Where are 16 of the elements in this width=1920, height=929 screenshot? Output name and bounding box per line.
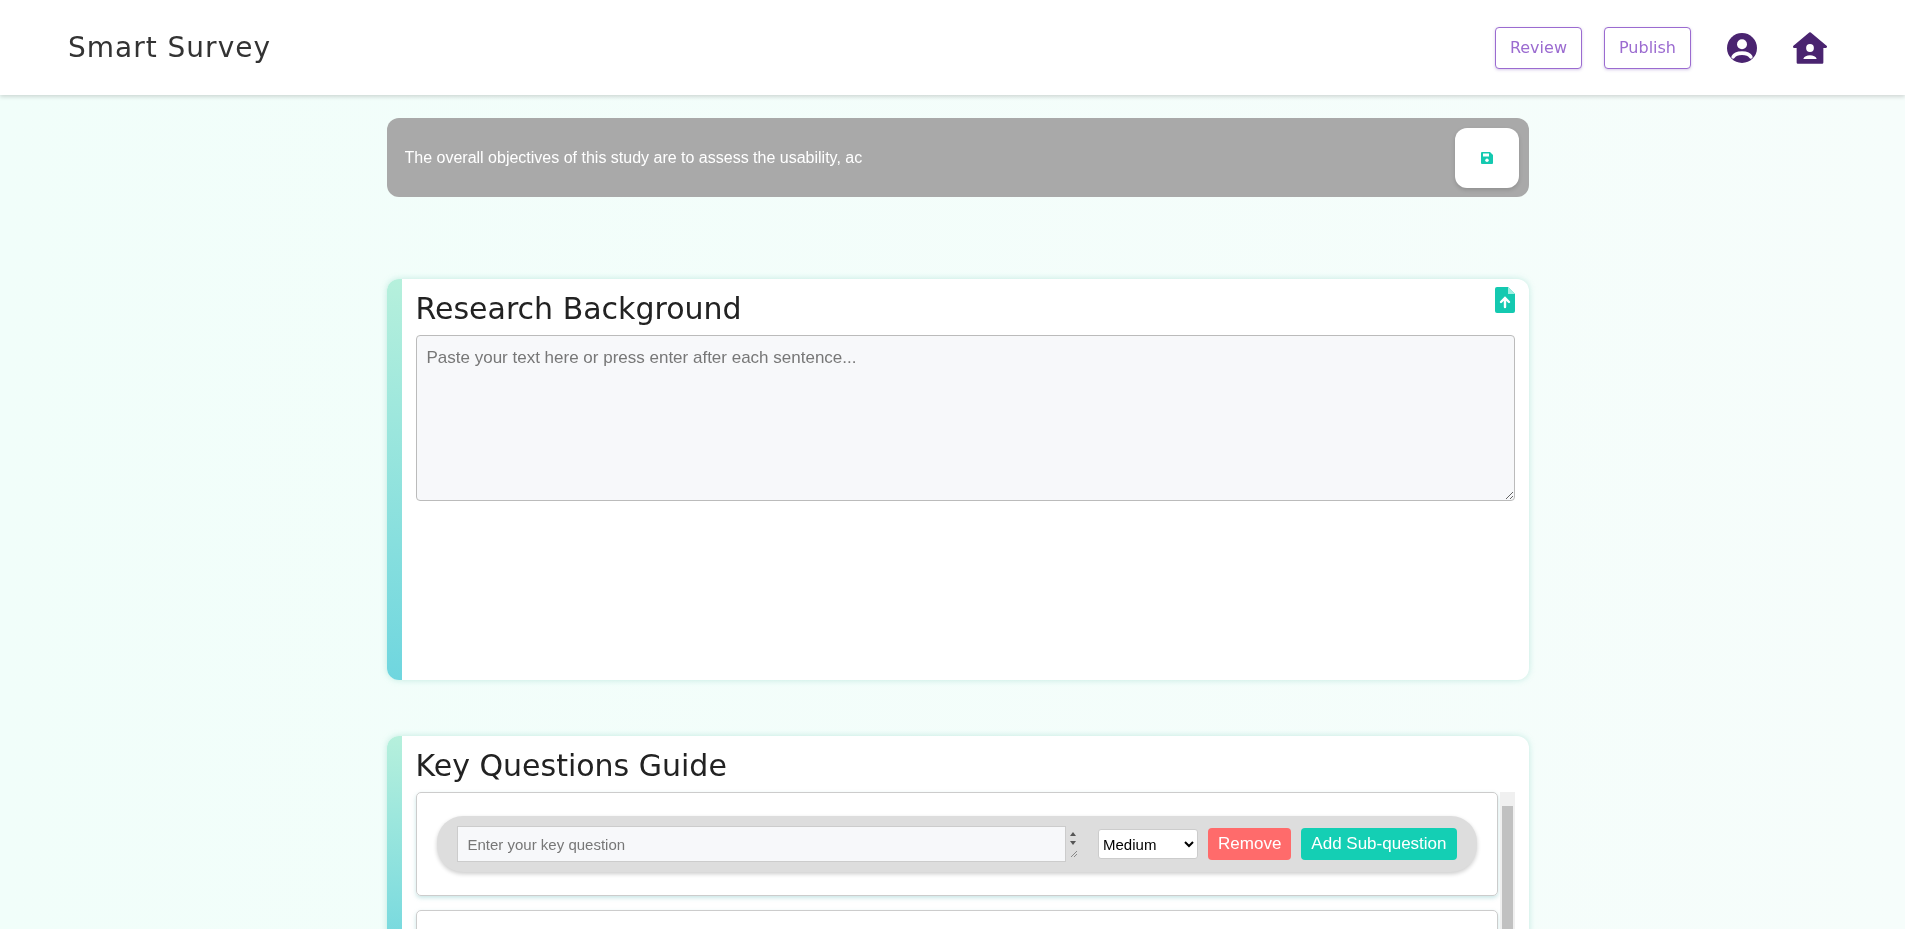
app-title: Smart Survey bbox=[68, 31, 271, 64]
add-subquestion-button[interactable]: Add Sub-question bbox=[1301, 828, 1457, 860]
home-user-icon[interactable] bbox=[1793, 31, 1827, 64]
header-button[interactable]: Review bbox=[1494, 26, 1582, 69]
section-heading: Key Questions Guide bbox=[415, 747, 728, 785]
objective-field[interactable]: The overall objectives of this study are to assess the usability, ac bbox=[402, 147, 1455, 168]
section-heading: Research Background bbox=[415, 290, 742, 328]
save-button[interactable] bbox=[1454, 127, 1519, 188]
header-button[interactable]: Publish bbox=[1603, 26, 1691, 69]
background-textarea[interactable]: Paste your text here or press enter after each sentence... bbox=[415, 335, 1515, 501]
user-icon[interactable] bbox=[1727, 32, 1757, 63]
save-icon bbox=[1479, 150, 1494, 165]
priority-select[interactable]: Medium bbox=[1098, 829, 1199, 859]
scrollbar[interactable] bbox=[1499, 792, 1515, 929]
question-field[interactable]: Enter your key question bbox=[456, 826, 1067, 862]
remove-button[interactable]: Remove bbox=[1208, 828, 1292, 860]
